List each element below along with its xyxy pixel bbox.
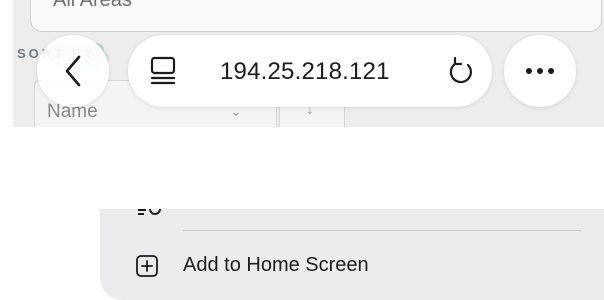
background-search-text: All Areas: [53, 0, 132, 11]
add-square-icon: [136, 255, 158, 277]
chevron-left-icon: [65, 55, 81, 87]
find-on-page-icon: [138, 209, 161, 215]
more-options-button[interactable]: [504, 35, 576, 107]
menu-item-label: Add to Home Screen: [183, 254, 369, 276]
menu-item-add-to-home-screen[interactable]: Add to Home Screen: [100, 231, 604, 300]
address-bar[interactable]: 194.25.218.121: [128, 35, 492, 107]
page-menu-icon[interactable]: [150, 56, 176, 86]
back-button[interactable]: [37, 35, 109, 107]
url-text[interactable]: 194.25.218.121: [220, 58, 390, 86]
background-search-field: All Areas: [30, 0, 602, 32]
more-horizontal-icon: [526, 68, 554, 74]
reload-icon[interactable]: [446, 55, 476, 87]
browser-toolbar-area: All Areas SORT BY Name ⌄ ↓ 194.25.218.12…: [13, 0, 604, 127]
share-menu-sheet: Add to Home Screen: [100, 209, 604, 300]
